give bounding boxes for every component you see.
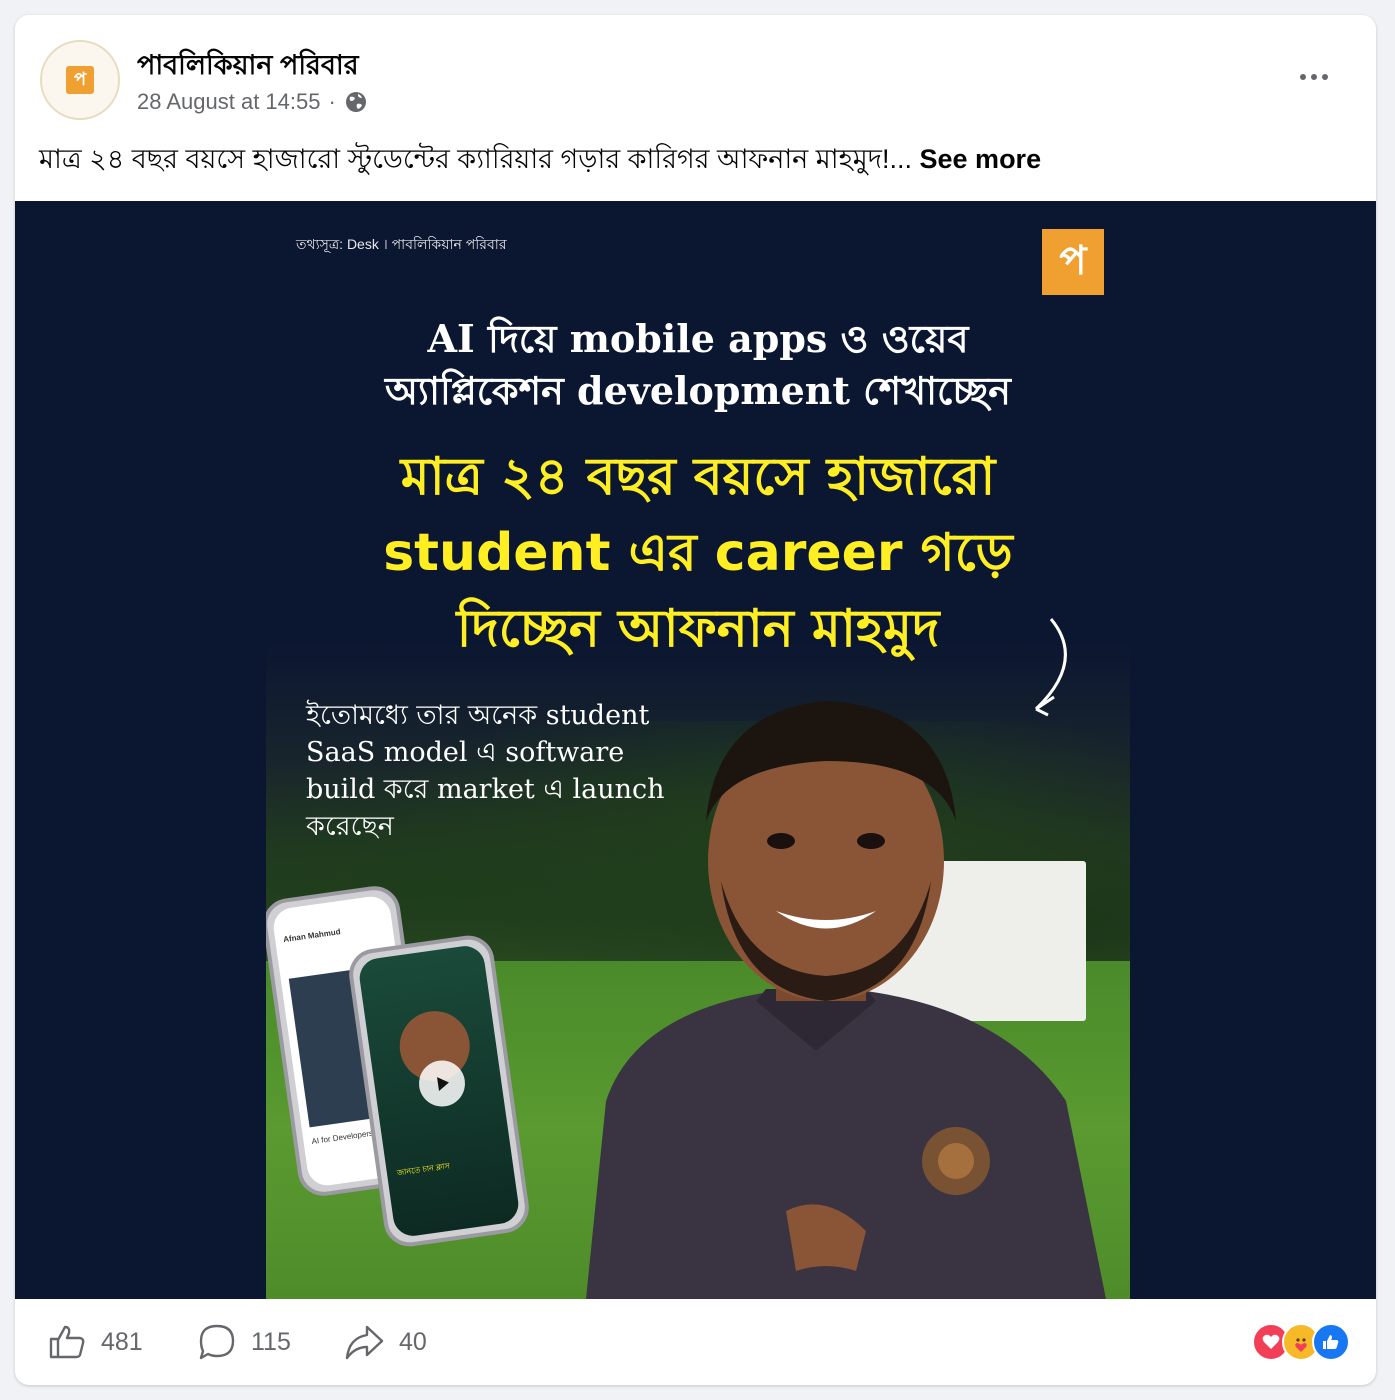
post-actions: 481 115 40 — [15, 1299, 1376, 1385]
comment-icon — [199, 1324, 235, 1360]
dot-icon — [1311, 74, 1317, 80]
post-meta: 28 August at 14:55 · — [137, 89, 368, 115]
phone-card-title: AI for Developers — [311, 1128, 374, 1147]
phone-screen: জানতে চান ক্লাস — [357, 943, 521, 1239]
post-timestamp[interactable]: 28 August at 14:55 — [137, 89, 321, 115]
comment-count: 115 — [251, 1327, 291, 1356]
dot-icon — [1322, 74, 1328, 80]
headline-line: অ্যাপ্লিকেশন development শেখাচ্ছেন — [385, 368, 1011, 413]
source-credit: তথ্যসূত্র: Desk । পাবলিকিয়ান পরিবার — [296, 236, 507, 252]
headline-line: AI দিয়ে mobile apps ও ওয়েব — [427, 316, 969, 361]
post-image[interactable]: তথ্যসূত্র: Desk । পাবলিকিয়ান পরিবার প A… — [15, 201, 1376, 1299]
post-caption: মাত্র ২৪ বছর বয়সে হাজারো স্টুডেন্টের ক্… — [39, 139, 1041, 184]
share-count: 40 — [399, 1327, 427, 1356]
share-icon — [345, 1325, 384, 1360]
share-button[interactable]: 40 — [343, 1299, 427, 1385]
poster: তথ্যসূত্র: Desk । পাবলিকিয়ান পরিবার প A… — [266, 201, 1130, 1299]
brand-logo-icon: প — [66, 66, 94, 94]
person-photo — [586, 701, 1106, 1299]
more-options-button[interactable] — [1292, 65, 1336, 89]
headline-white: AI দিয়ে mobile apps ও ওয়েব অ্যাপ্লিকেশ… — [266, 313, 1130, 417]
reaction-summary[interactable] — [1252, 1323, 1350, 1363]
page-avatar[interactable]: প — [40, 40, 120, 120]
dot-icon — [1300, 74, 1306, 80]
phone-profile-name: Afnan Mahmud — [282, 927, 342, 945]
like-icon — [1312, 1323, 1350, 1361]
headline-line: student এর career গড়ে — [383, 523, 1013, 583]
like-button[interactable]: 481 — [47, 1299, 143, 1385]
comment-button[interactable]: 115 — [197, 1299, 291, 1385]
page-name-link[interactable]: পাবলিকিয়ান পরিবার — [137, 45, 359, 90]
meta-separator: · — [328, 89, 336, 114]
phone-overlay-text: জানতে চান ক্লাস — [396, 1161, 451, 1178]
globe-icon[interactable] — [344, 90, 368, 114]
caption-text: মাত্র ২৪ বছর বয়সে হাজারো স্টুডেন্টের ক্… — [39, 144, 912, 174]
headline-line: মাত্র ২৪ বছর বয়সে হাজারো — [400, 447, 996, 507]
brand-logo-icon: প — [1042, 229, 1104, 295]
like-icon — [49, 1325, 85, 1359]
like-count: 481 — [101, 1327, 143, 1356]
post-card: প পাবলিকিয়ান পরিবার 28 August at 14:55 … — [15, 15, 1376, 1385]
see-more-link[interactable]: See more — [920, 144, 1042, 174]
